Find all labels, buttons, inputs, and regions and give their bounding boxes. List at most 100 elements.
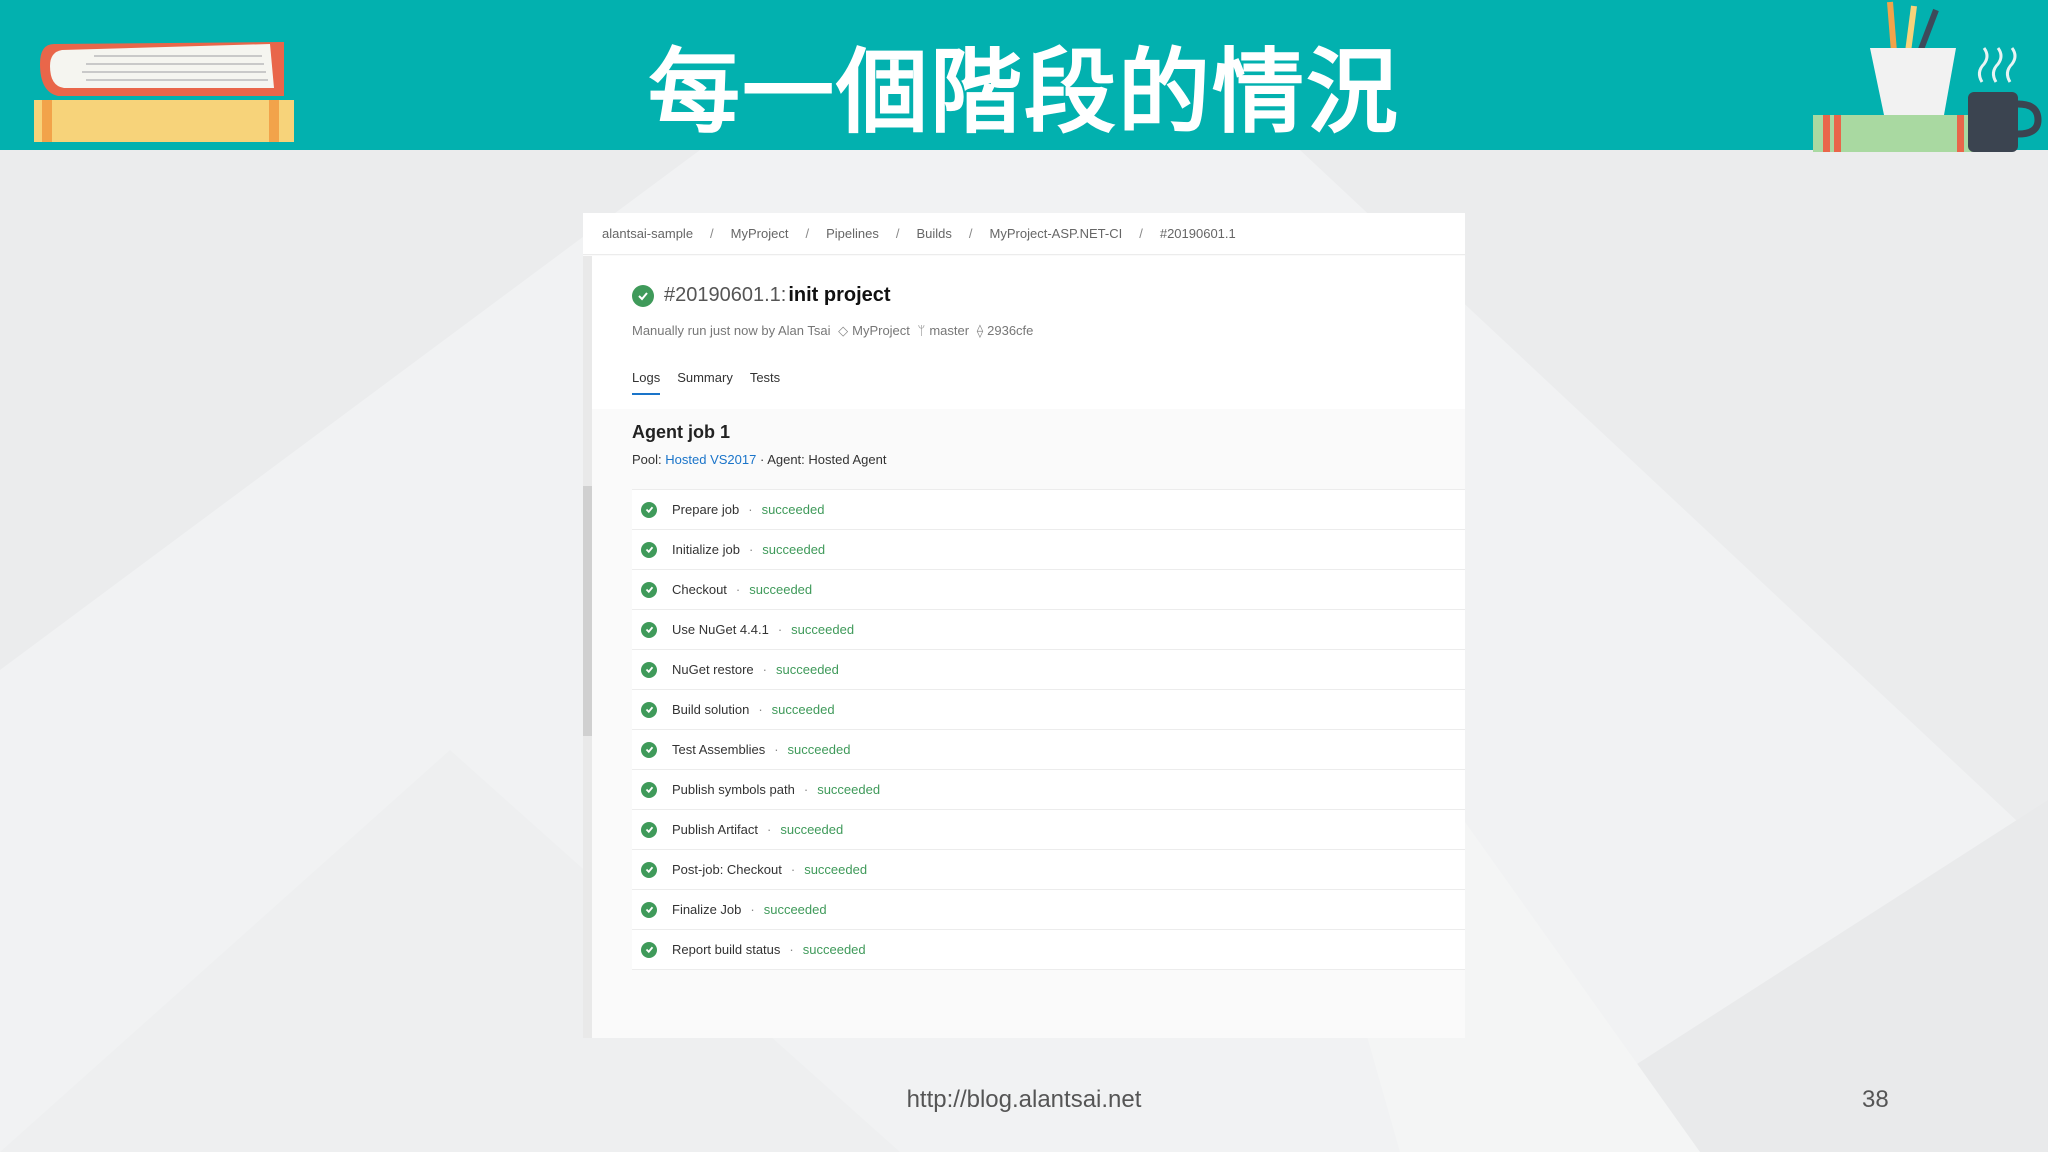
step-name: Use NuGet 4.4.1 <box>672 622 769 637</box>
step-row[interactable]: Prepare job · succeeded <box>632 490 1465 530</box>
breadcrumb-item[interactable]: MyProject-ASP.NET-CI <box>990 226 1123 241</box>
step-row[interactable]: Checkout · succeeded <box>632 570 1465 610</box>
step-row[interactable]: Use NuGet 4.4.1 · succeeded <box>632 610 1465 650</box>
step-status: succeeded <box>771 702 835 717</box>
step-row[interactable]: Build solution · succeeded <box>632 690 1465 730</box>
run-subtitle: Manually run just now by Alan Tsai ◇ MyPr… <box>632 323 1033 339</box>
check-circle-icon <box>641 821 657 838</box>
breadcrumb-separator: / <box>1139 226 1143 241</box>
check-circle-icon <box>641 941 657 958</box>
step-row[interactable]: Publish Artifact · succeeded <box>632 810 1465 850</box>
step-separator: · <box>758 702 763 717</box>
step-row[interactable]: Test Assemblies · succeeded <box>632 730 1465 770</box>
scrollbar-thumb[interactable] <box>583 486 592 736</box>
step-separator: · <box>790 862 796 877</box>
run-tabs: Logs Summary Tests <box>632 370 797 395</box>
check-circle-icon <box>641 661 657 678</box>
slide-header: 每一個階段的情況 <box>0 0 2048 152</box>
step-separator: · <box>735 582 741 597</box>
footer-url: http://blog.alantsai.net <box>906 1086 1142 1113</box>
step-row[interactable]: Initialize job · succeeded <box>632 530 1465 570</box>
step-status: succeeded <box>761 502 825 517</box>
check-circle-icon <box>641 501 657 518</box>
check-circle-icon <box>641 781 657 798</box>
step-separator: · <box>767 822 772 837</box>
step-status: succeeded <box>762 542 826 557</box>
left-scrollbar[interactable] <box>583 256 592 1038</box>
run-number: #20190601.1: <box>664 284 787 306</box>
breadcrumb-separator: / <box>710 226 714 241</box>
tab-logs[interactable]: Logs <box>632 370 661 395</box>
branch-icon: ᛘ <box>917 323 926 338</box>
check-circle-icon <box>641 541 657 558</box>
check-circle-icon <box>641 861 657 878</box>
pool-label: Pool: <box>632 452 662 467</box>
step-status: succeeded <box>780 822 844 837</box>
breadcrumb-separator: / <box>968 226 973 241</box>
step-name: Finalize Job <box>672 902 742 917</box>
check-circle-icon <box>641 621 657 638</box>
step-name: Initialize job <box>672 542 740 557</box>
repo-icon: ◇ <box>838 323 849 338</box>
step-separator: · <box>774 742 779 757</box>
step-row[interactable]: Publish symbols path · succeeded <box>632 770 1465 810</box>
tab-summary[interactable]: Summary <box>677 370 733 395</box>
step-separator: · <box>803 782 809 797</box>
step-list: Prepare job · succeeded Initialize job · succ… <box>632 489 1465 970</box>
pipeline-screenshot: alantsai-sample / MyProject / Pipelines … <box>583 213 1465 1038</box>
step-status: succeeded <box>804 862 868 877</box>
step-name: Test Assemblies <box>672 742 766 757</box>
run-details: #20190601.1: init project Manually run j… <box>592 256 1465 1038</box>
step-separator: · <box>777 622 783 637</box>
step-name: Post-job: Checkout <box>672 862 782 877</box>
step-name: Publish Artifact <box>672 822 758 837</box>
step-separator: · <box>750 902 755 917</box>
step-name: Publish symbols path <box>672 782 795 797</box>
step-separator: · <box>762 662 767 677</box>
step-status: succeeded <box>802 942 866 957</box>
commit-icon: ⟠ <box>976 323 984 338</box>
step-status: succeeded <box>791 622 855 637</box>
breadcrumb-separator: / <box>895 226 900 241</box>
run-repo[interactable]: MyProject <box>852 323 910 338</box>
step-row[interactable]: Post-job: Checkout · succeeded <box>632 850 1465 890</box>
run-commit[interactable]: 2936cfe <box>987 323 1033 338</box>
check-circle-icon <box>632 284 654 307</box>
breadcrumb-item[interactable]: #20190601.1 <box>1160 226 1236 241</box>
run-trigger: Manually run just now by Alan Tsai <box>632 323 831 338</box>
step-row[interactable]: Finalize Job · succeeded <box>632 890 1465 930</box>
breadcrumb-separator: / <box>805 226 810 241</box>
step-name: Build solution <box>672 702 750 717</box>
step-status: succeeded <box>787 742 851 757</box>
breadcrumb-item[interactable]: Builds <box>916 226 951 241</box>
check-circle-icon <box>641 581 657 598</box>
step-name: Report build status <box>672 942 781 957</box>
step-status: succeeded <box>763 902 827 917</box>
breadcrumb-item[interactable]: MyProject <box>731 226 789 241</box>
check-circle-icon <box>641 741 657 758</box>
agent-text: · Agent: Hosted Agent <box>759 452 887 467</box>
step-separator: · <box>748 542 754 557</box>
breadcrumb-item[interactable]: Pipelines <box>826 226 879 241</box>
step-status: succeeded <box>749 582 813 597</box>
check-circle-icon <box>641 701 657 718</box>
step-separator: · <box>748 502 753 517</box>
run-name: init project <box>788 284 891 306</box>
step-separator: · <box>789 942 794 957</box>
tab-tests[interactable]: Tests <box>750 370 780 395</box>
run-branch[interactable]: master <box>929 323 969 338</box>
pool-link[interactable]: Hosted VS2017 <box>665 452 756 467</box>
job-title: Agent job 1 <box>632 422 730 442</box>
job-pool-line: Pool: Hosted VS2017 · Agent: Hosted Agen… <box>632 452 886 467</box>
breadcrumb: alantsai-sample / MyProject / Pipelines … <box>583 213 1465 255</box>
run-title: #20190601.1: init project <box>632 284 891 307</box>
breadcrumb-item[interactable]: alantsai-sample <box>602 226 693 241</box>
page-number: 38 <box>1862 1086 1889 1113</box>
step-row[interactable]: Report build status · succeeded <box>632 930 1465 970</box>
step-name: NuGet restore <box>672 662 754 677</box>
step-status: succeeded <box>817 782 881 797</box>
step-status: succeeded <box>776 662 839 677</box>
step-name: Prepare job <box>672 502 740 517</box>
step-row[interactable]: NuGet restore · succeeded <box>632 650 1465 690</box>
desk-items-icon <box>1813 1 2042 152</box>
